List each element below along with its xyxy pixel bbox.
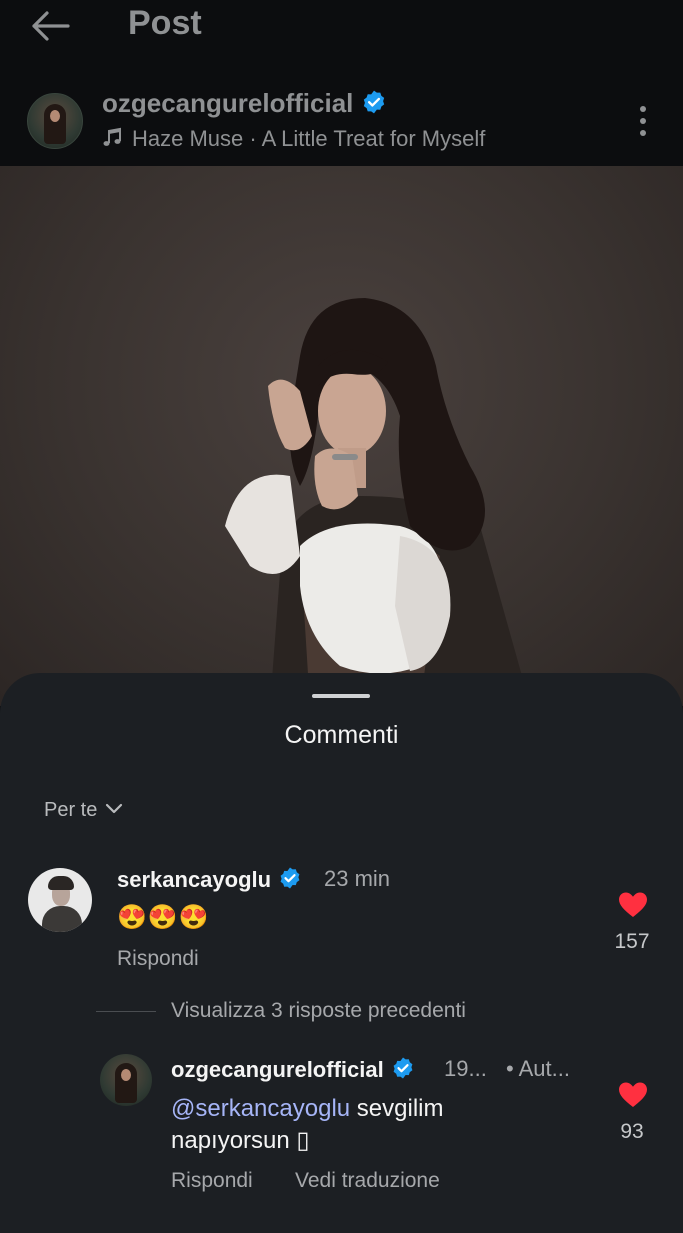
verified-icon <box>393 1057 413 1079</box>
post-image[interactable] <box>0 166 683 706</box>
replies-divider <box>96 1011 156 1012</box>
heart-icon[interactable] <box>618 1081 648 1109</box>
comment-time: 23 min <box>324 866 391 891</box>
see-translation-button[interactable]: Vedi traduzione <box>295 1169 440 1193</box>
comments-sheet: Commenti Per te serkancayoglu 23 min 😍😍😍… <box>0 673 683 1233</box>
verified-icon <box>280 867 300 889</box>
heart-icon[interactable] <box>618 891 648 919</box>
sort-dropdown[interactable]: Per te <box>44 799 123 822</box>
comment-username-text[interactable]: serkancayoglu <box>117 867 271 892</box>
reply-username[interactable]: ozgecangurelofficial <box>171 1056 415 1083</box>
music-note-icon <box>103 127 121 146</box>
post-username-row[interactable]: ozgecangurelofficial <box>102 88 387 119</box>
comment-username[interactable]: serkancayoglu <box>117 866 302 893</box>
reply-time: 19... <box>444 1056 487 1081</box>
more-vertical-icon[interactable] <box>634 104 652 138</box>
reply-username-text[interactable]: ozgecangurelofficial <box>171 1057 384 1082</box>
like-count: 93 <box>620 1120 644 1143</box>
page-title: Post <box>128 4 202 42</box>
post-username[interactable]: ozgecangurelofficial <box>102 88 353 118</box>
reply-avatar[interactable] <box>100 1054 152 1106</box>
music-row[interactable]: Haze Muse · A Little Treat for Myself <box>102 126 485 152</box>
owner-avatar[interactable] <box>27 93 83 149</box>
commenter-avatar[interactable] <box>28 868 92 932</box>
post-header: ozgecangurelofficial Haze Muse · A Littl… <box>0 80 683 165</box>
mention-link[interactable]: @serkancayoglu <box>171 1095 350 1122</box>
reply-button[interactable]: Rispondi <box>171 1169 253 1193</box>
comments-title: Commenti <box>284 721 399 749</box>
author-tag: • Aut... <box>506 1056 570 1081</box>
reply-text: @serkancayoglu sevgilim napıyorsun ▯ <box>171 1093 551 1157</box>
like-count: 157 <box>614 930 650 953</box>
top-bar: Post <box>0 0 683 60</box>
music-title: Haze Muse · A Little Treat for Myself <box>132 126 486 151</box>
sort-label: Per te <box>44 799 98 821</box>
comment-text: 😍😍😍 <box>117 904 210 931</box>
sheet-drag-handle[interactable] <box>312 694 370 698</box>
portrait-illustration <box>225 298 530 706</box>
reply-button[interactable]: Rispondi <box>117 947 199 971</box>
verified-icon <box>364 90 385 114</box>
chevron-down-icon <box>106 803 123 814</box>
back-arrow-icon[interactable] <box>28 6 74 46</box>
view-previous-replies[interactable]: Visualizza 3 risposte precedenti <box>171 999 466 1023</box>
